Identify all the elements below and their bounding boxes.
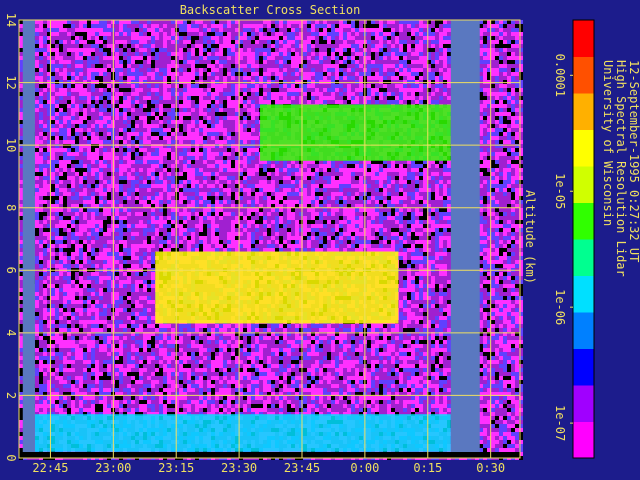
y-axis-label: Altitude (km) — [523, 190, 537, 284]
y-tick-label: 0 — [4, 454, 18, 461]
colorbar-segment-9 — [573, 93, 594, 130]
plot-area — [19, 20, 523, 460]
colorbar-tick-label: 1e-05 — [553, 173, 567, 209]
y-tick-label: 6 — [4, 267, 18, 274]
colorbar-segment-7 — [573, 166, 594, 203]
y-tick-label: 12 — [4, 75, 18, 89]
feature-1 — [155, 251, 399, 324]
noise-field — [19, 20, 523, 460]
y-tick-label: 4 — [4, 329, 18, 336]
x-tick-label: 0:00 — [350, 461, 379, 475]
y-tick-label: 10 — [4, 138, 18, 152]
y-tick-label: 2 — [4, 392, 18, 399]
no-data-band-1 — [450, 20, 480, 458]
y-tick-label: 8 — [4, 204, 18, 211]
colorbar-segment-1 — [573, 385, 594, 422]
colorbar-segment-0 — [573, 421, 594, 459]
colorbar-segment-5 — [573, 239, 594, 276]
x-tick-label: 22:45 — [32, 461, 68, 475]
annotation-line-2: High Spectral Resolution Lidar — [614, 60, 628, 277]
colorbar-segment-8 — [573, 129, 594, 167]
no-data-band-0 — [22, 20, 35, 458]
ground-strip — [19, 452, 520, 458]
feature-0 — [34, 414, 451, 452]
x-tick-label: 0:30 — [476, 461, 505, 475]
feature-2 — [260, 104, 451, 161]
lidar-chart: Backscatter Cross Section 22:45 23:00 23:1… — [0, 0, 640, 480]
annotation-line-3: 12-September-1995 0:27:32 UT — [627, 60, 640, 262]
x-tick-label: 23:30 — [221, 461, 257, 475]
chart-title: Backscatter Cross Section — [180, 3, 361, 17]
colorbar-tick-label: 1e-07 — [553, 405, 567, 441]
colorbar-segment-10 — [573, 56, 594, 94]
colorbar-segment-11 — [573, 20, 594, 57]
colorbar-segment-3 — [573, 312, 594, 349]
x-tick-label: 23:00 — [95, 461, 131, 475]
x-tick-label: 23:15 — [158, 461, 194, 475]
colorbar-segment-4 — [573, 275, 594, 313]
x-tick-label: 0:15 — [413, 461, 442, 475]
annotation-line-1: University of Wisconsin — [601, 60, 615, 226]
colorbar-segment-2 — [573, 348, 594, 386]
colorbar-tick-label: 1e-06 — [553, 289, 567, 325]
x-tick-label: 23:45 — [284, 461, 320, 475]
colorbar-segment-6 — [573, 202, 594, 240]
y-tick-label: 14 — [4, 13, 18, 27]
colorbar-tick-label: 0.0001 — [553, 54, 567, 97]
